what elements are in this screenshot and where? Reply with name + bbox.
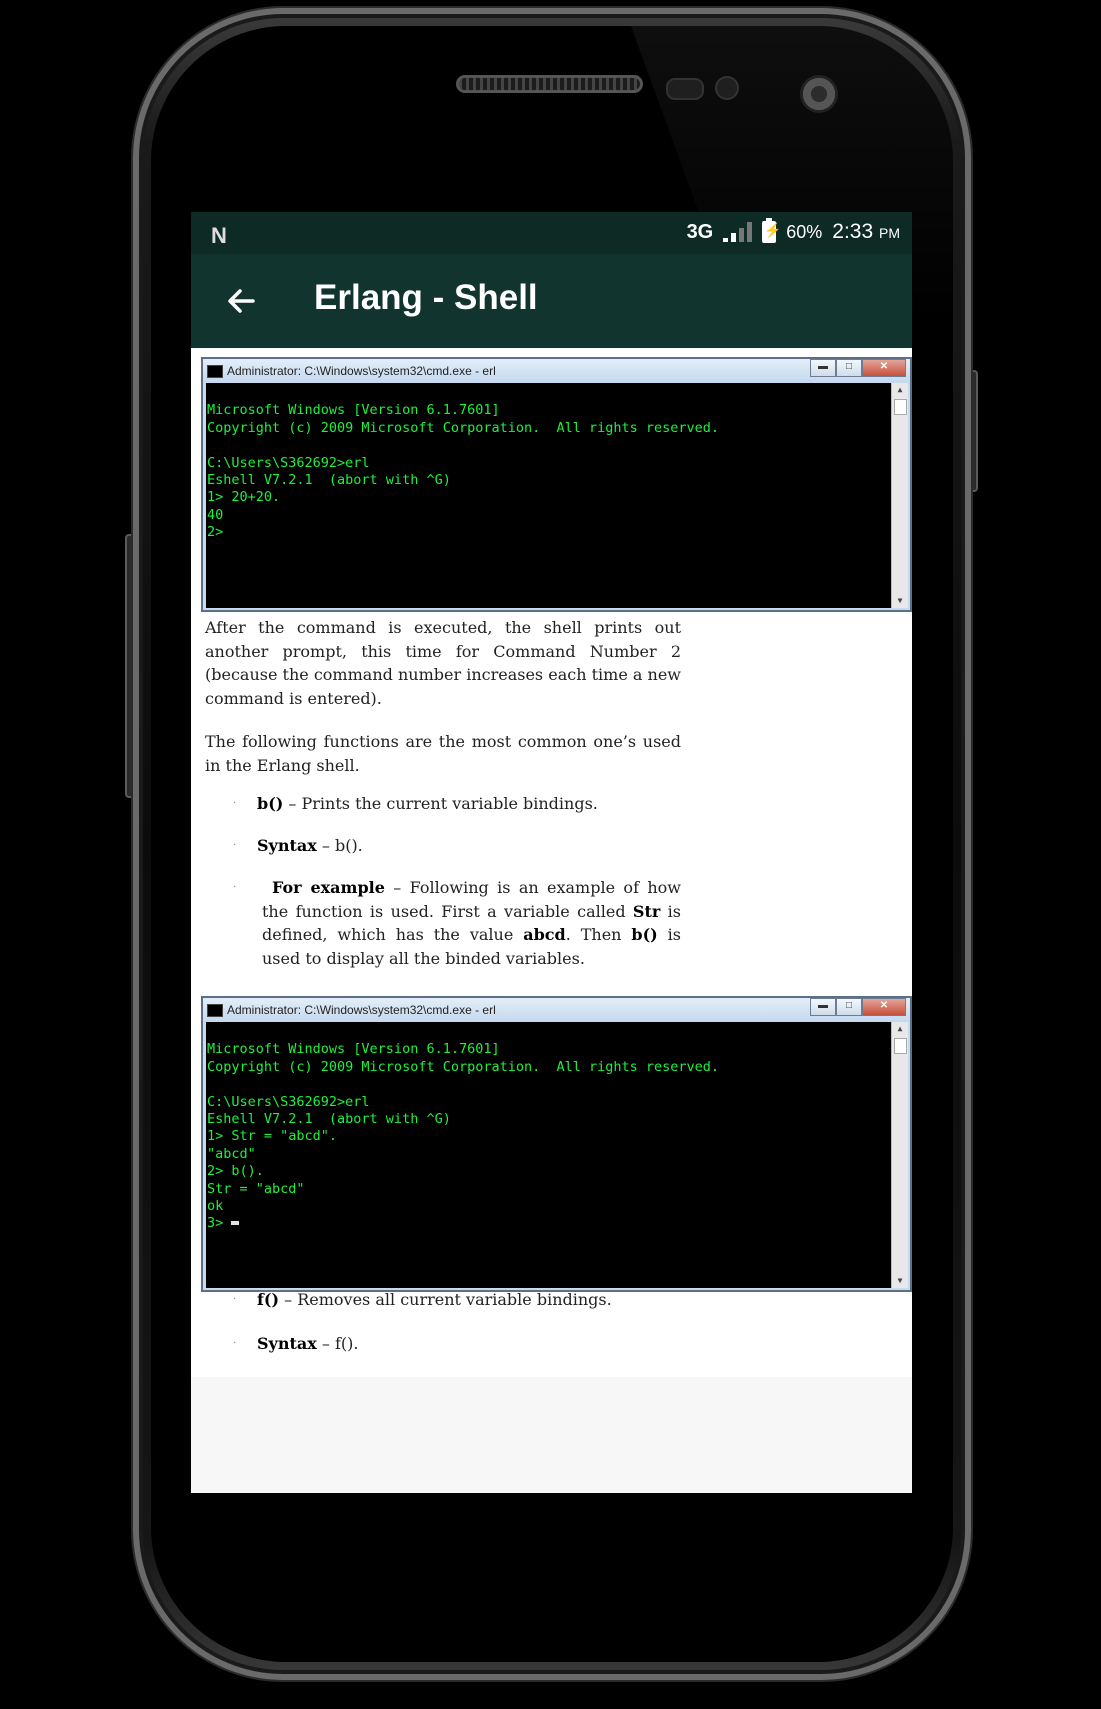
cmd-line: C:\Users\S362692>erl — [207, 1093, 370, 1110]
minimize-icon: ▬ — [810, 359, 836, 377]
n-notification-icon: N — [211, 223, 227, 248]
paragraph-1: After the command is executed, the shell… — [205, 618, 681, 708]
bullet-term: b() — [257, 794, 284, 813]
bullet-text: . Then — [565, 925, 632, 944]
scroll-thumb — [894, 399, 907, 415]
cmd-titlebar: Administrator: C:\Windows\system32\cmd.e… — [203, 359, 910, 383]
cursor-icon — [231, 1221, 240, 1226]
cmd-line: Microsoft Windows [Version 6.1.7601] — [207, 402, 500, 419]
clock: 2:33 PM — [832, 220, 900, 244]
cmd-line — [207, 437, 908, 454]
bullet-term: Syntax — [257, 1334, 317, 1353]
cmd-title-text: Administrator: C:\Windows\system32\cmd.e… — [227, 1003, 496, 1017]
minimize-icon: ▬ — [810, 998, 836, 1016]
bullet-dot: · — [233, 798, 237, 809]
cmd-scrollbar: ▲ ▼ — [891, 1022, 908, 1288]
cmd-line — [207, 1076, 908, 1093]
close-icon: ✕ — [862, 359, 906, 377]
cmd-app-icon — [207, 365, 223, 378]
cmd-line: Str = "abcd" — [207, 1180, 305, 1197]
cmd-line: "abcd" — [207, 1145, 256, 1162]
page-title: Erlang - Shell — [314, 278, 538, 317]
window-controls: ▬ □ ✕ — [810, 359, 906, 377]
clock-time: 2:33 — [832, 220, 874, 243]
battery-percent: 60% — [786, 221, 823, 242]
arrow-left-icon[interactable] — [221, 281, 261, 321]
scroll-up-icon: ▲ — [897, 1024, 903, 1033]
list-item: · b() – Prints the current variable bind… — [233, 792, 681, 816]
light-sensor — [715, 76, 739, 100]
cmd-line: Copyright (c) 2009 Microsoft Corporation… — [207, 1058, 720, 1075]
bullet-term: Syntax — [257, 836, 317, 855]
cmd-line: Microsoft Windows [Version 6.1.7601] — [207, 1041, 500, 1058]
cmd-line: ok — [207, 1198, 224, 1215]
cmd-scrollbar: ▲ ▼ — [891, 383, 908, 608]
window-controls: ▬ □ ✕ — [810, 998, 906, 1016]
bullet-text: – f(). — [316, 1334, 359, 1353]
scroll-up-icon: ▲ — [897, 385, 903, 394]
bullet-dot: · — [233, 1294, 237, 1305]
cmd-line: Eshell V7.2.1 (abort with ^G) — [207, 1111, 451, 1128]
cmd-screenshot-2: Administrator: C:\Windows\system32\cmd.e… — [201, 996, 912, 1292]
bullet-term: For example — [272, 878, 385, 897]
close-icon: ✕ — [862, 998, 906, 1016]
clock-suffix: PM — [879, 225, 900, 241]
earpiece-speaker — [456, 75, 643, 93]
maximize-icon: □ — [836, 359, 862, 377]
cmd-line: 1> 20+20. — [207, 489, 281, 506]
bullet-text: – Prints the current variable bindings. — [283, 794, 598, 813]
bullet-term: b() — [631, 925, 658, 944]
cmd-titlebar: Administrator: C:\Windows\system32\cmd.e… — [203, 998, 910, 1022]
bullet-term: Str — [632, 901, 661, 921]
cmd-screenshot-1: Administrator: C:\Windows\system32\cmd.e… — [201, 357, 912, 612]
bullet-text: – Removes all current variable bindings. — [279, 1290, 612, 1309]
paragraph-2: The following functions are the most com… — [205, 732, 681, 775]
list-item: · For example – Following is an example … — [233, 876, 681, 970]
list-item: · Syntax – b(). — [233, 834, 681, 858]
network-type: 3G — [686, 220, 714, 243]
status-indicators: 3G ⚡ 60% 2:33 PM — [686, 218, 900, 244]
phone-screen: N 3G ⚡ 60% 2:33 PM Erlang - Shell Admini… — [191, 212, 912, 1493]
battery-charging-icon: ⚡ — [762, 218, 782, 243]
signal-icon — [723, 222, 753, 242]
footer-area — [191, 1377, 912, 1493]
scroll-thumb — [894, 1038, 907, 1054]
bullet-dot: · — [233, 882, 237, 893]
cmd-prompt-line: 3> — [207, 1215, 908, 1232]
cmd-app-icon — [207, 1004, 223, 1017]
cmd-line: 3> — [207, 1215, 232, 1232]
status-bar: N 3G ⚡ 60% 2:33 PM — [191, 212, 912, 254]
bullet-dot: · — [233, 840, 237, 851]
cmd-line: Eshell V7.2.1 (abort with ^G) — [207, 472, 451, 489]
cmd-line: 2> b(). — [207, 1163, 264, 1180]
bullet-text: – b(). — [316, 836, 363, 855]
bullet-term: abcd — [523, 925, 566, 944]
cmd-line: 1> Str = "abcd". — [207, 1128, 338, 1145]
article-content[interactable]: Administrator: C:\Windows\system32\cmd.e… — [191, 348, 912, 1493]
device-frame: N 3G ⚡ 60% 2:33 PM Erlang - Shell Admini… — [0, 0, 1101, 1709]
list-item: · Syntax – f(). — [233, 1332, 681, 1356]
scroll-down-icon: ▼ — [897, 1276, 903, 1285]
proximity-sensor — [666, 78, 704, 100]
bullet-dot: · — [233, 1338, 237, 1349]
maximize-icon: □ — [836, 998, 862, 1016]
front-camera — [800, 75, 838, 113]
cmd-line: 40 — [207, 506, 224, 523]
bullet-term: f() — [257, 1290, 280, 1309]
cmd-output: Microsoft Windows [Version 6.1.7601] Copy… — [206, 1022, 908, 1288]
cmd-line: Copyright (c) 2009 Microsoft Corporation… — [207, 419, 720, 436]
scroll-down-icon: ▼ — [897, 596, 903, 605]
cmd-line: 2> — [207, 524, 224, 541]
list-item: · f() – Removes all current variable bin… — [233, 1288, 681, 1312]
cmd-title-text: Administrator: C:\Windows\system32\cmd.e… — [227, 364, 496, 378]
cmd-output: Microsoft Windows [Version 6.1.7601] Copy… — [206, 383, 908, 608]
app-toolbar: Erlang - Shell — [191, 254, 912, 348]
cmd-line: C:\Users\S362692>erl — [207, 454, 370, 471]
